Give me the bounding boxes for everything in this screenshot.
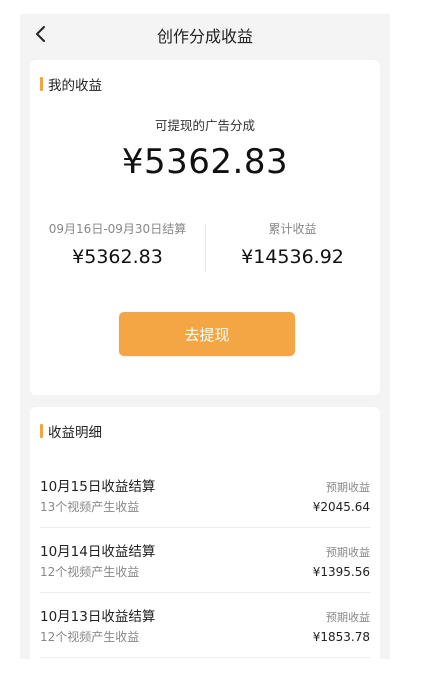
withdrawable-label: 可提现的广告分成 (154, 118, 255, 133)
chevron-left-icon (36, 26, 45, 42)
row-expected-label: 预期收益 (326, 481, 370, 494)
row-subtitle: 12个视频产生收益 (40, 565, 140, 579)
section-accent-bar (40, 77, 43, 91)
total-earnings-stat: 累计收益 ¥14536.92 (205, 220, 380, 268)
period-label: 09月16日-09月30日结算 (48, 222, 187, 236)
row-expected-label: 预期收益 (326, 546, 370, 559)
app-screen: 创作分成收益 我的收益 可提现的广告分成 ¥5362.83 09月16日-09月… (20, 14, 390, 659)
row-subtitle: 13个视频产生收益 (40, 500, 140, 514)
page-title: 创作分成收益 (156, 27, 253, 46)
details-section-header: 收益明细 (40, 421, 102, 441)
earnings-detail-list: 10月15日收益结算 13个视频产生收益 预期收益 ¥2045.64 10月14… (40, 463, 370, 658)
earnings-section-header: 我的收益 (40, 74, 102, 94)
row-title: 10月13日收益结算 (40, 609, 156, 625)
row-amount: ¥1395.56 (312, 565, 370, 579)
list-item[interactable]: 10月15日收益结算 13个视频产生收益 预期收益 ¥2045.64 (40, 463, 370, 528)
period-settlement-stat: 09月16日-09月30日结算 ¥5362.83 (30, 220, 205, 268)
total-label: 累计收益 (268, 222, 317, 236)
row-title: 10月15日收益结算 (40, 479, 156, 495)
back-button[interactable] (30, 23, 52, 45)
row-subtitle: 12个视频产生收益 (40, 630, 140, 644)
nav-bar: 创作分成收益 (20, 14, 390, 54)
total-amount: ¥14536.92 (241, 246, 344, 268)
row-amount: ¥1853.78 (312, 630, 370, 644)
withdrawable-amount: ¥5362.83 (121, 142, 289, 182)
row-expected-label: 预期收益 (326, 611, 370, 624)
withdraw-button[interactable]: 去提现 (119, 312, 295, 356)
earnings-section-title: 我的收益 (48, 78, 102, 94)
list-item[interactable]: 10月13日收益结算 12个视频产生收益 预期收益 ¥1853.78 (40, 593, 370, 658)
period-amount: ¥5362.83 (72, 246, 163, 268)
details-section-title: 收益明细 (48, 425, 102, 441)
earnings-details-card: 收益明细 10月15日收益结算 13个视频产生收益 预期收益 ¥2045.64 … (30, 407, 380, 659)
row-title: 10月14日收益结算 (40, 544, 156, 560)
row-amount: ¥2045.64 (312, 500, 370, 514)
list-item[interactable]: 10月14日收益结算 12个视频产生收益 预期收益 ¥1395.56 (40, 528, 370, 593)
section-accent-bar (40, 424, 43, 438)
earnings-card: 我的收益 可提现的广告分成 ¥5362.83 09月16日-09月30日结算 ¥… (30, 60, 380, 395)
